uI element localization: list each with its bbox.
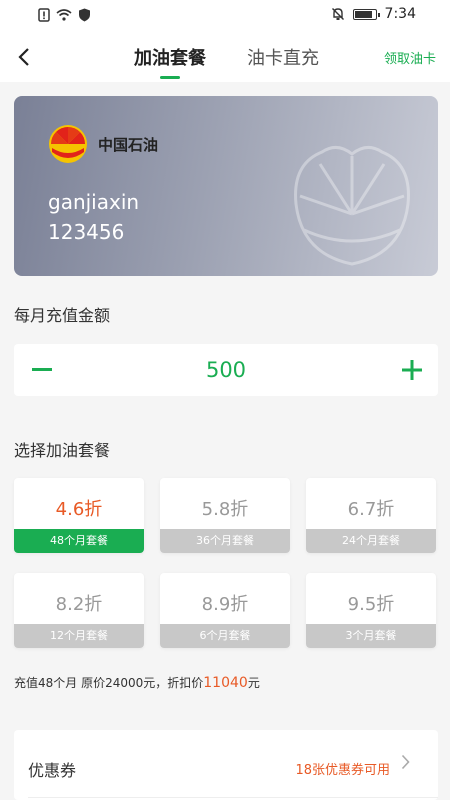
coupon-count: 18张优惠券可用 [295,763,390,778]
package-discount: 9.5折 [347,594,395,615]
summary-prefix: 充值48个月 原价24000元，折扣价 [14,676,204,690]
petrochina-watermark-icon [294,146,410,266]
package-section-title: 选择加油套餐 [14,441,111,460]
tab-card-recharge[interactable]: 油卡直充 [247,44,319,70]
minus-icon [32,368,52,371]
battery-icon [352,8,380,20]
package-label: 6个月套餐 [160,624,290,648]
amount-value[interactable]: 500 [74,358,378,382]
package-discount: 6.7折 [347,499,395,520]
package-discount: 8.9折 [201,594,249,615]
package-label: 36个月套餐 [160,529,290,553]
package-label: 48个月套餐 [14,529,144,553]
decrease-button[interactable] [22,348,62,392]
status-time: 7:34 [384,6,416,22]
divider [28,797,438,798]
claim-card-link[interactable]: 领取油卡 [384,48,436,67]
package-label: 12个月套餐 [14,624,144,648]
price-summary: 充值48个月 原价24000元，折扣价11040元 [14,674,260,691]
coupon-label: 优惠券 [28,761,77,780]
amount-stepper: 500 [14,344,438,396]
card-number: 123456 [48,220,125,244]
back-button[interactable] [12,42,36,72]
tab-fuel-package[interactable]: 加油套餐 [134,44,206,70]
wifi-icon [56,9,72,21]
chevron-right-icon [401,754,410,770]
package-label: 24个月套餐 [306,529,436,553]
status-icons-right: 7:34 [331,6,416,22]
status-bar: 7:34 [0,0,450,32]
discount-price: 11040 [203,675,248,691]
sim-alert-icon [38,8,50,22]
shield-icon [79,8,90,22]
fuel-card: 中国石油 ganjiaxin 123456 [14,96,438,276]
package-option-3[interactable]: 9.5折 3个月套餐 [306,573,436,648]
coupon-row[interactable]: 优惠券 18张优惠券可用 [14,730,438,800]
package-option-24[interactable]: 6.7折 24个月套餐 [306,478,436,553]
package-option-36[interactable]: 5.8折 36个月套餐 [160,478,290,553]
monthly-amount-title: 每月充值金额 [14,306,111,325]
bell-muted-icon [331,8,344,20]
nav-bar: 加油套餐 油卡直充 领取油卡 [0,32,450,82]
package-discount: 8.2折 [55,594,103,615]
package-option-6[interactable]: 8.9折 6个月套餐 [160,573,290,648]
card-brand-name: 中国石油 [98,136,159,154]
increase-button[interactable] [392,348,432,392]
package-discount: 5.8折 [201,499,249,520]
summary-suffix: 元 [247,676,260,690]
plus-icon [402,360,422,380]
package-discount: 4.6折 [55,499,103,520]
package-option-48[interactable]: 4.6折 48个月套餐 [14,478,144,553]
active-tab-indicator [160,76,180,79]
package-label: 3个月套餐 [306,624,436,648]
chevron-left-icon [18,48,29,66]
card-username: ganjiaxin [48,190,140,214]
petrochina-logo-icon [49,125,87,163]
package-option-12[interactable]: 8.2折 12个月套餐 [14,573,144,648]
status-icons-left [38,8,91,22]
